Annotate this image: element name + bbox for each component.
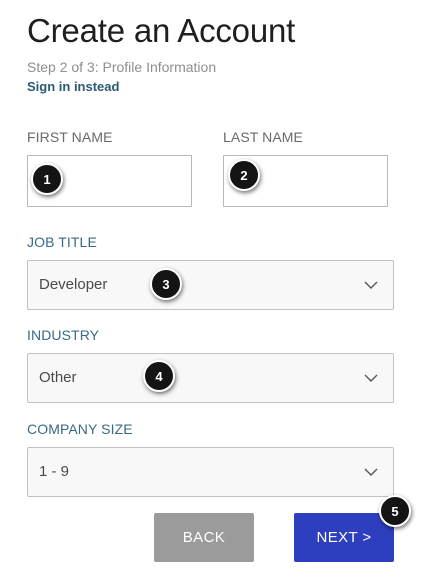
step-indicator: Step 2 of 3: Profile Information bbox=[27, 59, 217, 75]
industry-select[interactable]: Other bbox=[27, 353, 394, 403]
company-size-select[interactable]: 1 - 9 bbox=[27, 447, 394, 497]
sign-in-instead-link[interactable]: Sign in instead bbox=[27, 79, 119, 94]
annotation-marker-1: 1 bbox=[31, 163, 63, 195]
job-title-value: Developer bbox=[39, 276, 108, 293]
annotation-marker-5: 5 bbox=[379, 495, 411, 527]
job-title-select[interactable]: Developer bbox=[27, 260, 394, 310]
job-title-label: JOB TITLE bbox=[27, 234, 97, 250]
first-name-label: FIRST NAME bbox=[27, 129, 113, 145]
chevron-down-icon bbox=[364, 468, 378, 476]
next-button[interactable]: NEXT > bbox=[294, 513, 394, 562]
page-title: Create an Account bbox=[27, 12, 296, 49]
chevron-down-icon bbox=[364, 281, 378, 289]
chevron-down-icon bbox=[364, 374, 378, 382]
create-account-page: Create an Account Step 2 of 3: Profile I… bbox=[0, 0, 422, 581]
annotation-marker-2: 2 bbox=[228, 159, 260, 191]
back-button[interactable]: BACK bbox=[154, 513, 254, 562]
last-name-label: LAST NAME bbox=[223, 129, 303, 145]
company-size-value: 1 - 9 bbox=[39, 463, 70, 480]
company-size-label: COMPANY SIZE bbox=[27, 421, 133, 437]
annotation-marker-3: 3 bbox=[150, 268, 182, 300]
industry-label: INDUSTRY bbox=[27, 327, 100, 343]
industry-value: Other bbox=[39, 369, 77, 386]
annotation-marker-4: 4 bbox=[143, 360, 175, 392]
